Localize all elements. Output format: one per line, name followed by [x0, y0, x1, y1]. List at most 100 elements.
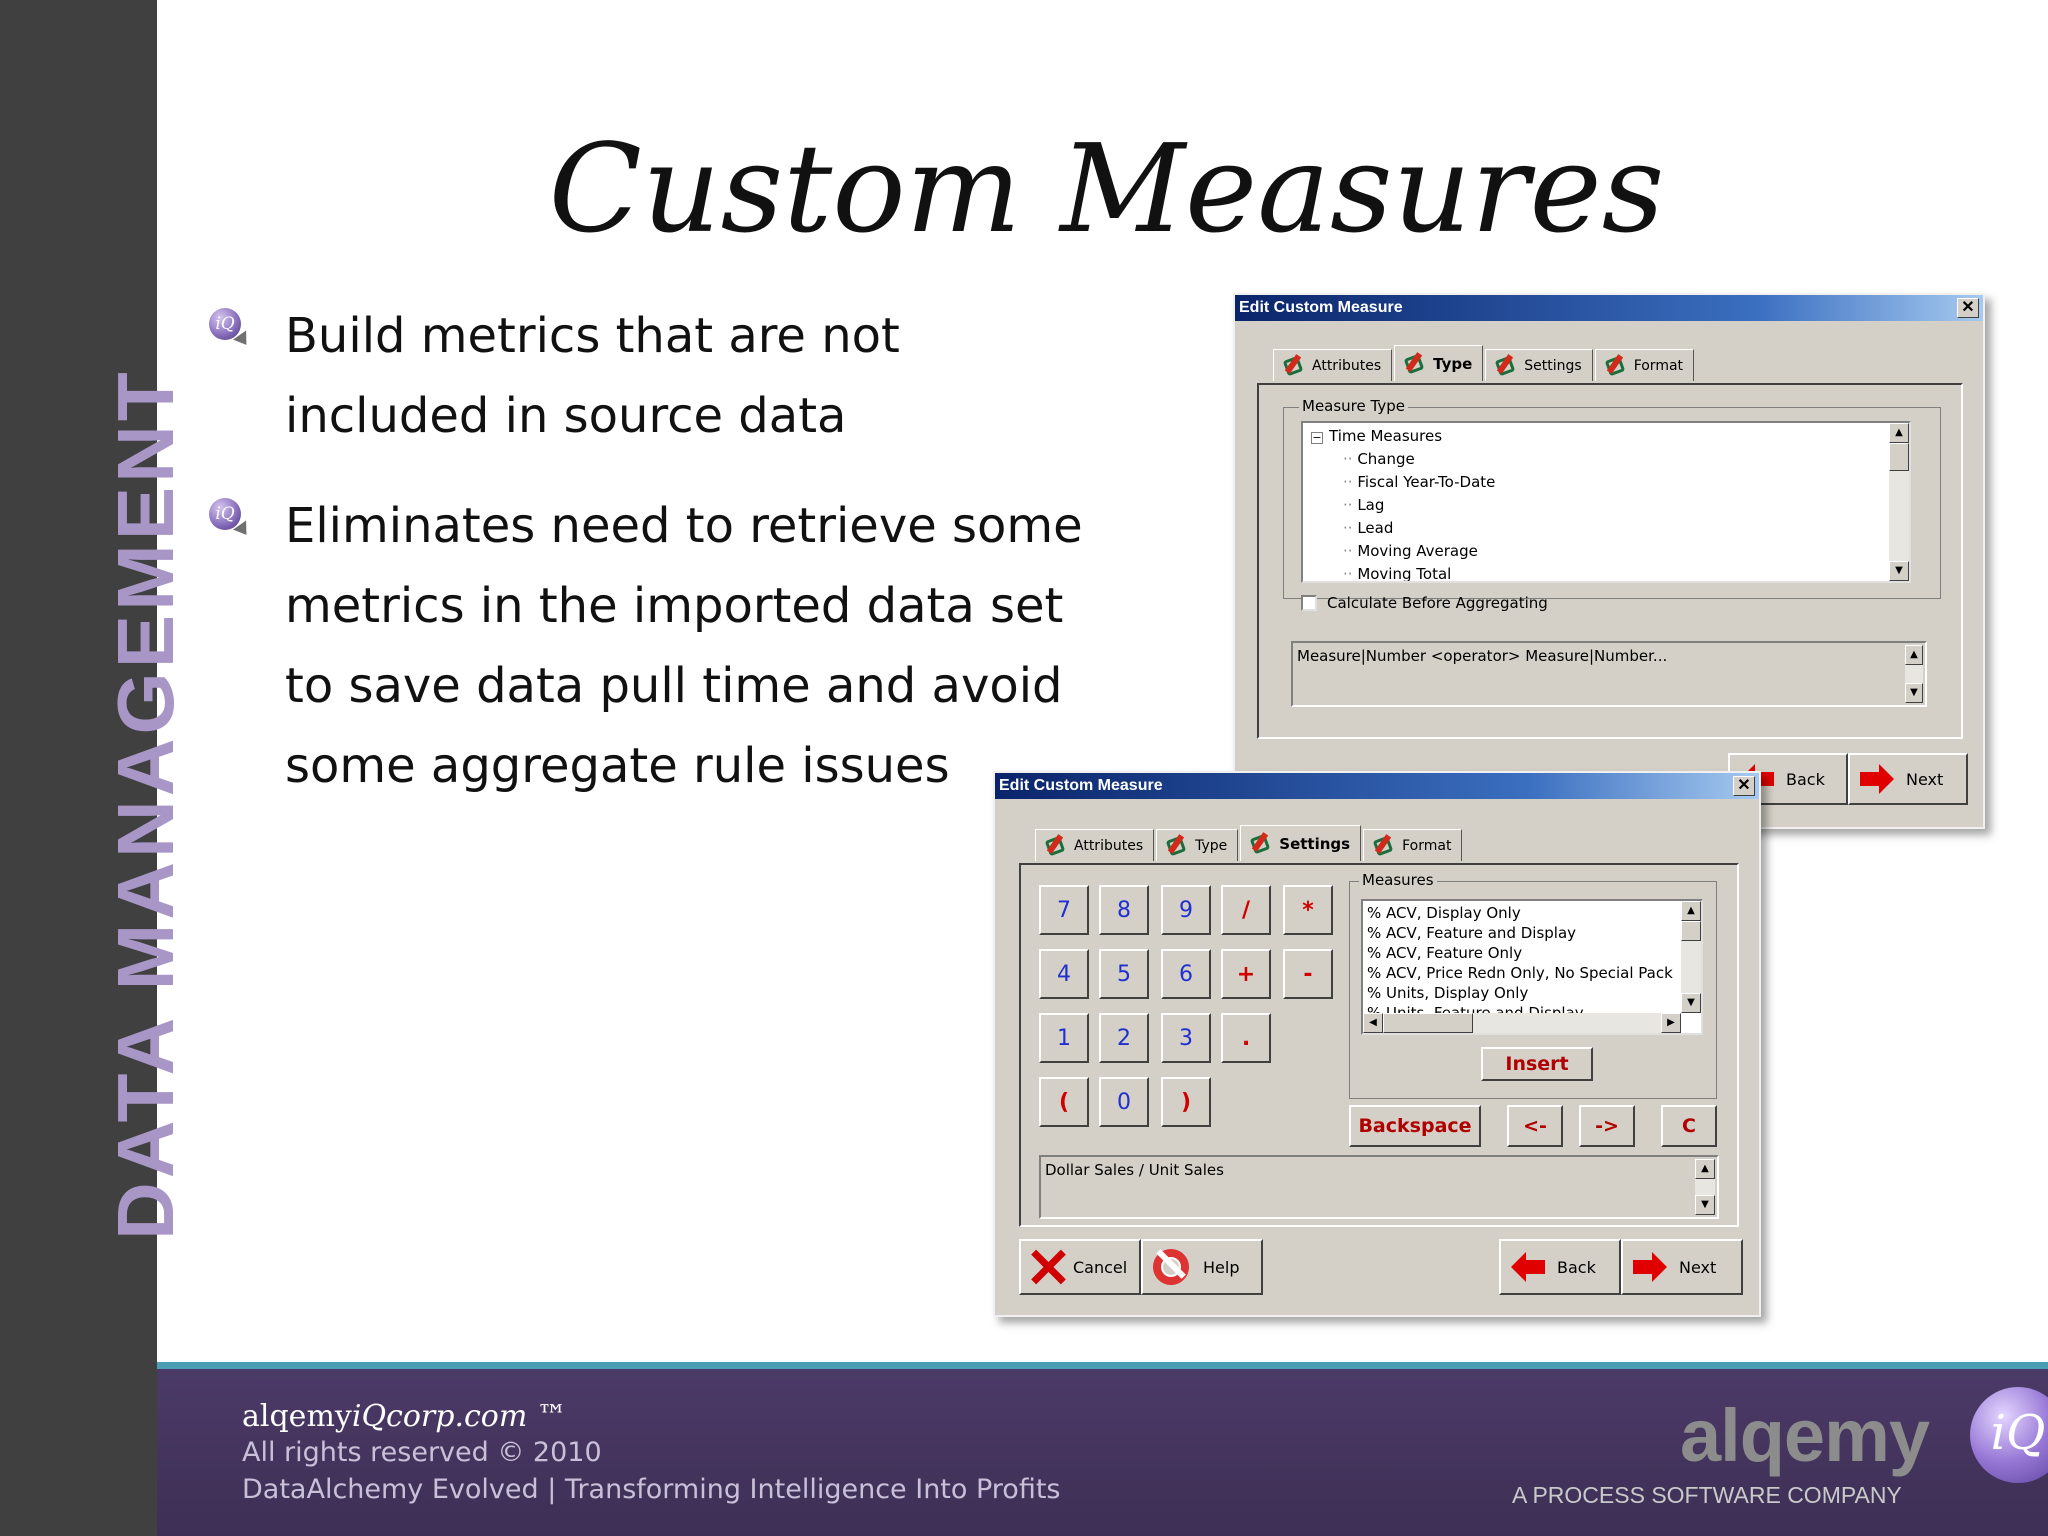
- key-divide-button[interactable]: /: [1221, 885, 1271, 935]
- settings-panel: 7 8 9 / * 4 5 6 + - 1 2 3 . ( 0 ) Measur…: [1019, 863, 1739, 1227]
- key-3-button[interactable]: 3: [1161, 1013, 1211, 1063]
- dialog-titlebar: Edit Custom Measure ✕: [1235, 295, 1983, 321]
- checkmark-icon: [1250, 831, 1271, 854]
- tab-attributes[interactable]: Attributes: [1035, 829, 1155, 861]
- edit-custom-measure-type-dialog: Edit Custom Measure ✕ Attributes Type Se…: [1233, 293, 1985, 829]
- insert-button[interactable]: Insert: [1481, 1047, 1593, 1081]
- key-multiply-button[interactable]: *: [1283, 885, 1333, 935]
- tagline: DataAlchemy Evolved | Transforming Intel…: [242, 1474, 1061, 1505]
- cursor-left-button[interactable]: <-: [1507, 1105, 1563, 1147]
- left-band: DATA MANAGEMENT: [0, 0, 190, 1536]
- iq-logo-icon: iQ: [1970, 1387, 2048, 1483]
- tab-type[interactable]: Type: [1394, 345, 1484, 381]
- key-6-button[interactable]: 6: [1161, 949, 1211, 999]
- key-2-button[interactable]: 2: [1099, 1013, 1149, 1063]
- key-5-button[interactable]: 5: [1099, 949, 1149, 999]
- vertical-section-title: DATA MANAGEMENT: [101, 368, 190, 1240]
- lifebuoy-icon: [1153, 1249, 1189, 1285]
- close-button[interactable]: ✕: [1733, 776, 1755, 796]
- checkmark-icon: [1495, 353, 1516, 376]
- tree-item[interactable]: ·· Change: [1343, 450, 1415, 468]
- scroll-up-icon[interactable]: ▲: [1695, 1159, 1715, 1179]
- arrow-left-icon: [1511, 1252, 1545, 1282]
- scroll-down-icon[interactable]: ▼: [1681, 993, 1701, 1013]
- checkmark-icon: [1403, 351, 1425, 374]
- list-item[interactable]: % Units, Display Only: [1367, 983, 1673, 1003]
- footer: alqemyiQcorp.com ™ All rights reserved ©…: [157, 1369, 2048, 1536]
- vertical-scrollbar[interactable]: ▲ ▼: [1889, 423, 1909, 581]
- scroll-down-icon[interactable]: ▼: [1889, 561, 1909, 581]
- checkmark-icon: [1372, 833, 1394, 856]
- scroll-left-icon[interactable]: ◀: [1363, 1013, 1383, 1033]
- bullet-2: iQ Eliminates need to retrieve some metr…: [205, 486, 1083, 806]
- next-button[interactable]: Next: [1621, 1239, 1743, 1295]
- vertical-scrollbar[interactable]: ▲ ▼: [1681, 901, 1701, 1013]
- company-domain: alqemyiQcorp.com ™: [242, 1399, 567, 1434]
- expression-field[interactable]: Dollar Sales / Unit Sales ▲ ▼: [1039, 1155, 1719, 1219]
- vertical-scrollbar[interactable]: ▲ ▼: [1905, 645, 1923, 703]
- copyright-text: All rights reserved © 2010: [242, 1437, 602, 1468]
- key-decimal-button[interactable]: .: [1221, 1013, 1271, 1063]
- vertical-scrollbar[interactable]: ▲ ▼: [1695, 1159, 1715, 1215]
- tab-settings[interactable]: Settings: [1240, 825, 1362, 861]
- group-label: Measure Type: [1299, 397, 1408, 415]
- measure-type-tree[interactable]: − Time Measures ·· Change ·· Fiscal Year-…: [1301, 421, 1911, 583]
- tab-type[interactable]: Type: [1156, 829, 1239, 861]
- checkmark-icon: [1044, 833, 1066, 856]
- list-item[interactable]: % ACV, Display Only: [1367, 903, 1673, 923]
- key-open-paren-button[interactable]: (: [1039, 1077, 1089, 1127]
- alqemy-iq-logo: alqemy iQ TM A PROCESS SOFTWARE COMPANY: [1512, 1387, 2048, 1508]
- scroll-down-icon[interactable]: ▼: [1695, 1195, 1715, 1215]
- arrow-right-icon: [1633, 1252, 1667, 1282]
- tab-format[interactable]: Format: [1363, 829, 1463, 861]
- scroll-thumb[interactable]: [1681, 921, 1701, 941]
- expression-field[interactable]: Measure|Number <operator> Measure|Number…: [1291, 641, 1927, 707]
- tab-attributes[interactable]: Attributes: [1273, 349, 1393, 381]
- scroll-up-icon[interactable]: ▲: [1889, 423, 1909, 443]
- help-button[interactable]: Help: [1141, 1239, 1263, 1295]
- scroll-up-icon[interactable]: ▲: [1905, 645, 1923, 665]
- key-close-paren-button[interactable]: ): [1161, 1077, 1211, 1127]
- collapse-icon: −: [1311, 431, 1323, 444]
- clear-button[interactable]: C: [1661, 1105, 1717, 1147]
- checkmark-icon: [1165, 833, 1187, 856]
- list-item[interactable]: % ACV, Feature Only: [1367, 943, 1673, 963]
- tree-item[interactable]: ·· Lead: [1343, 519, 1393, 537]
- key-1-button[interactable]: 1: [1039, 1013, 1089, 1063]
- calculate-before-aggregating-checkbox[interactable]: [1301, 595, 1317, 611]
- backspace-button[interactable]: Backspace: [1349, 1105, 1481, 1147]
- next-button[interactable]: Next: [1848, 753, 1968, 805]
- key-minus-button[interactable]: -: [1283, 949, 1333, 999]
- scroll-down-icon[interactable]: ▼: [1905, 683, 1923, 703]
- key-4-button[interactable]: 4: [1039, 949, 1089, 999]
- bullet-text: Build metrics that are not included in s…: [285, 308, 900, 444]
- tree-root[interactable]: − Time Measures: [1311, 427, 1442, 445]
- slide-title: Custom Measures: [548, 118, 1665, 260]
- cancel-button[interactable]: Cancel: [1019, 1239, 1141, 1295]
- key-plus-button[interactable]: +: [1221, 949, 1271, 999]
- arrow-right-icon: [1860, 764, 1894, 794]
- scroll-right-icon[interactable]: ▶: [1661, 1013, 1681, 1033]
- list-item[interactable]: % ACV, Feature and Display: [1367, 923, 1673, 943]
- list-item[interactable]: % ACV, Price Redn Only, No Special Pack: [1367, 963, 1673, 983]
- scroll-thumb[interactable]: [1383, 1013, 1473, 1033]
- tree-item[interactable]: ·· Lag: [1343, 496, 1384, 514]
- key-9-button[interactable]: 9: [1161, 885, 1211, 935]
- horizontal-scrollbar[interactable]: ◀ ▶: [1363, 1013, 1681, 1033]
- back-button[interactable]: Back: [1499, 1239, 1621, 1295]
- close-button[interactable]: ✕: [1957, 298, 1979, 318]
- key-7-button[interactable]: 7: [1039, 885, 1089, 935]
- tree-item[interactable]: ·· Fiscal Year-To-Date: [1343, 473, 1495, 491]
- tab-format[interactable]: Format: [1594, 349, 1695, 381]
- group-label: Measures: [1359, 871, 1437, 889]
- measures-list[interactable]: % ACV, Display Only % ACV, Feature and D…: [1361, 899, 1703, 1035]
- checkbox-label: Calculate Before Aggregating: [1327, 594, 1548, 612]
- tree-item[interactable]: ·· Moving Average: [1343, 542, 1478, 560]
- scroll-up-icon[interactable]: ▲: [1681, 901, 1701, 921]
- tab-settings[interactable]: Settings: [1485, 349, 1593, 381]
- scroll-thumb[interactable]: [1889, 443, 1909, 471]
- cursor-right-button[interactable]: ->: [1579, 1105, 1635, 1147]
- tree-item[interactable]: ·· Moving Total: [1343, 565, 1451, 581]
- key-0-button[interactable]: 0: [1099, 1077, 1149, 1127]
- key-8-button[interactable]: 8: [1099, 885, 1149, 935]
